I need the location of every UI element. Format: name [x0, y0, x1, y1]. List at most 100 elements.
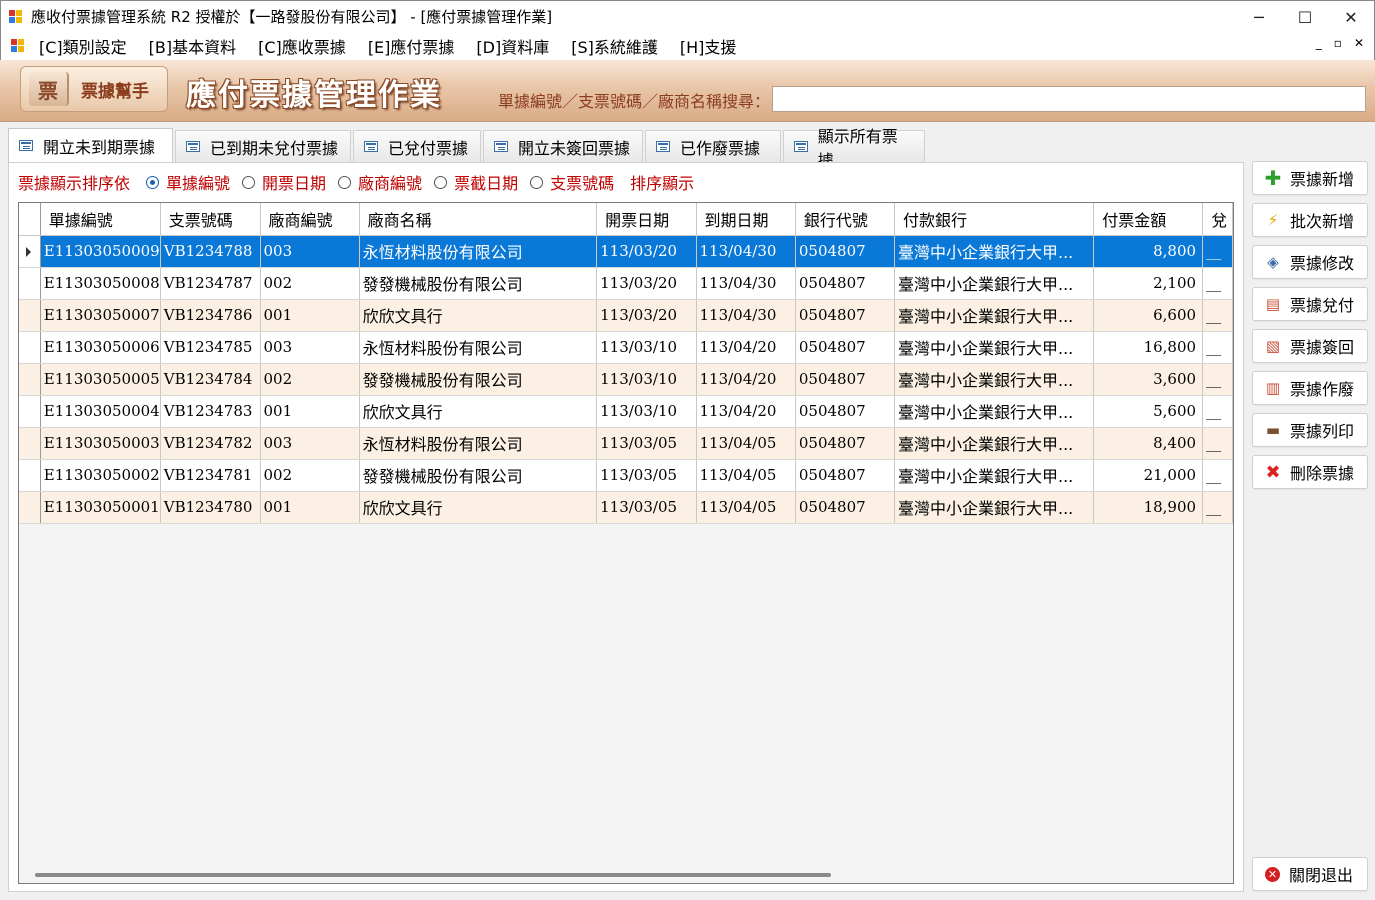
tab-issued-not-due[interactable]: 開立未到期票據	[8, 128, 173, 162]
row-header[interactable]	[19, 331, 41, 364]
cell-vendor-name[interactable]: 發發機械股份有限公司	[359, 363, 598, 396]
col-payment-bank[interactable]: 付款銀行	[894, 203, 1095, 236]
cell-issue-date[interactable]: 113/03/10	[596, 395, 697, 428]
close-exit-button[interactable]: ✕ 關閉退出	[1252, 857, 1368, 891]
col-due-date[interactable]: 到期日期	[696, 203, 796, 236]
cell-due-date[interactable]: 113/04/05	[696, 427, 796, 460]
cell-payment-bank[interactable]: 臺灣中小企業銀行大甲...	[894, 267, 1095, 300]
cell-vendor-code[interactable]: 002	[260, 459, 360, 492]
sort-by-vendor-code[interactable]: 廠商編號	[338, 170, 422, 194]
table-row[interactable]: E11303050001 VB1234780 001 欣欣文具行 113/03/05 11…	[19, 491, 1233, 524]
cell-payment-bank[interactable]: 臺灣中小企業銀行大甲...	[894, 459, 1095, 492]
menu-category-settings[interactable]: [C]類別設定	[39, 34, 127, 58]
table-row[interactable]: E11303050004 VB1234783 001 欣欣文具行 113/03/10 11…	[19, 395, 1233, 428]
col-check-no[interactable]: 支票號碼	[160, 203, 261, 236]
sort-display-button[interactable]: 排序顯示	[630, 170, 694, 194]
row-header[interactable]	[19, 459, 41, 492]
table-row[interactable]: E11303050008 VB1234787 002 發發機械股份有限公司 113/03…	[19, 267, 1233, 300]
tab-paid[interactable]: 已兌付票據	[353, 130, 481, 162]
cell-payment-bank[interactable]: 臺灣中小企業銀行大甲...	[894, 395, 1095, 428]
cell-vendor-code[interactable]: 001	[260, 491, 360, 524]
cell-amount[interactable]: 2,100	[1093, 267, 1204, 300]
cell-bank-code[interactable]: 0504807	[795, 331, 895, 364]
tab-show-all[interactable]: 顯示所有票據	[783, 127, 925, 170]
cell-check-no[interactable]: VB1234785	[160, 331, 261, 364]
table-row[interactable]: E11303050009 VB1234788 003 永恆材料股份有限公司 113/03…	[19, 235, 1233, 268]
cell-redeemed[interactable]: __	[1202, 331, 1233, 364]
redeem-note-button[interactable]: ▤ 票據兌付	[1252, 287, 1368, 321]
row-header[interactable]	[19, 491, 41, 524]
cell-vendor-code[interactable]: 002	[260, 363, 360, 396]
cell-document-no[interactable]: E11303050008	[40, 267, 161, 300]
col-vendor-code[interactable]: 廠商編號	[260, 203, 360, 236]
cell-redeemed[interactable]: __	[1202, 395, 1233, 428]
cell-redeemed[interactable]: __	[1202, 459, 1233, 492]
menu-system-maintenance[interactable]: [S]系統維護	[571, 34, 658, 58]
cell-issue-date[interactable]: 113/03/10	[596, 331, 697, 364]
cell-payment-bank[interactable]: 臺灣中小企業銀行大甲...	[894, 363, 1095, 396]
cell-redeemed[interactable]: __	[1202, 299, 1233, 332]
menu-database[interactable]: [D]資料庫	[476, 34, 549, 58]
table-row[interactable]: E11303050002 VB1234781 002 發發機械股份有限公司 113/03…	[19, 459, 1233, 492]
cell-due-date[interactable]: 113/04/20	[696, 331, 796, 364]
search-input[interactable]	[772, 86, 1366, 112]
tab-issued-unsigned[interactable]: 開立未簽回票據	[483, 130, 643, 162]
cell-issue-date[interactable]: 113/03/05	[596, 427, 697, 460]
cell-bank-code[interactable]: 0504807	[795, 491, 895, 524]
cell-vendor-name[interactable]: 欣欣文具行	[359, 299, 598, 332]
col-redeemed[interactable]: 兌	[1202, 203, 1233, 236]
row-header[interactable]	[19, 363, 41, 396]
table-row[interactable]: E11303050006 VB1234785 003 永恆材料股份有限公司 113/03…	[19, 331, 1233, 364]
cell-vendor-name[interactable]: 發發機械股份有限公司	[359, 459, 598, 492]
sign-back-button[interactable]: ▧ 票據簽回	[1252, 329, 1368, 363]
col-vendor-name[interactable]: 廠商名稱	[359, 203, 598, 236]
cell-vendor-name[interactable]: 永恆材料股份有限公司	[359, 427, 598, 460]
menu-receivable-notes[interactable]: [C]應收票據	[258, 34, 346, 58]
cell-amount[interactable]: 3,600	[1093, 363, 1204, 396]
cell-redeemed[interactable]: __	[1202, 363, 1233, 396]
cell-amount[interactable]: 6,600	[1093, 299, 1204, 332]
cell-amount[interactable]: 18,900	[1093, 491, 1204, 524]
table-row[interactable]: E11303050005 VB1234784 002 發發機械股份有限公司 113/03…	[19, 363, 1233, 396]
cell-vendor-code[interactable]: 001	[260, 395, 360, 428]
notes-grid[interactable]: 單據編號 支票號碼 廠商編號 廠商名稱 開票日期 到期日期 銀行代號 付款銀行 …	[18, 202, 1234, 884]
edit-note-button[interactable]: ◈ 票據修改	[1252, 245, 1368, 279]
print-note-button[interactable]: ▬ 票據列印	[1252, 413, 1368, 447]
maximize-button[interactable]: ☐	[1282, 1, 1328, 33]
delete-note-button[interactable]: ✖ 刪除票據	[1252, 455, 1368, 489]
cell-vendor-name[interactable]: 永恆材料股份有限公司	[359, 331, 598, 364]
table-row[interactable]: E11303050007 VB1234786 001 欣欣文具行 113/03/20 11…	[19, 299, 1233, 332]
cell-document-no[interactable]: E11303050006	[40, 331, 161, 364]
minimize-button[interactable]: ─	[1236, 1, 1282, 33]
cell-payment-bank[interactable]: 臺灣中小企業銀行大甲...	[894, 331, 1095, 364]
cell-bank-code[interactable]: 0504807	[795, 395, 895, 428]
cell-document-no[interactable]: E11303050005	[40, 363, 161, 396]
cell-redeemed[interactable]: __	[1202, 427, 1233, 460]
cell-payment-bank[interactable]: 臺灣中小企業銀行大甲...	[894, 427, 1095, 460]
cell-amount[interactable]: 8,800	[1093, 235, 1204, 268]
cell-bank-code[interactable]: 0504807	[795, 459, 895, 492]
cell-amount[interactable]: 21,000	[1093, 459, 1204, 492]
row-header[interactable]	[19, 395, 41, 428]
row-header[interactable]	[19, 427, 41, 460]
cell-issue-date[interactable]: 113/03/20	[596, 235, 697, 268]
cell-vendor-name[interactable]: 永恆材料股份有限公司	[359, 235, 598, 268]
cell-vendor-name[interactable]: 發發機械股份有限公司	[359, 267, 598, 300]
cell-amount[interactable]: 16,800	[1093, 331, 1204, 364]
cell-check-no[interactable]: VB1234787	[160, 267, 261, 300]
add-note-button[interactable]: ✚ 票據新增	[1252, 161, 1368, 195]
menu-basic-data[interactable]: [B]基本資料	[149, 34, 236, 58]
sort-by-check-no[interactable]: 支票號碼	[530, 170, 614, 194]
cell-document-no[interactable]: E11303050004	[40, 395, 161, 428]
cell-payment-bank[interactable]: 臺灣中小企業銀行大甲...	[894, 491, 1095, 524]
cell-amount[interactable]: 8,400	[1093, 427, 1204, 460]
row-header[interactable]	[19, 299, 41, 332]
cell-payment-bank[interactable]: 臺灣中小企業銀行大甲...	[894, 235, 1095, 268]
cell-vendor-code[interactable]: 001	[260, 299, 360, 332]
cell-issue-date[interactable]: 113/03/20	[596, 299, 697, 332]
cell-redeemed[interactable]: __	[1202, 267, 1233, 300]
row-header[interactable]	[19, 235, 41, 268]
col-issue-date[interactable]: 開票日期	[596, 203, 697, 236]
menu-payable-notes[interactable]: [E]應付票據	[368, 34, 455, 58]
cell-bank-code[interactable]: 0504807	[795, 299, 895, 332]
